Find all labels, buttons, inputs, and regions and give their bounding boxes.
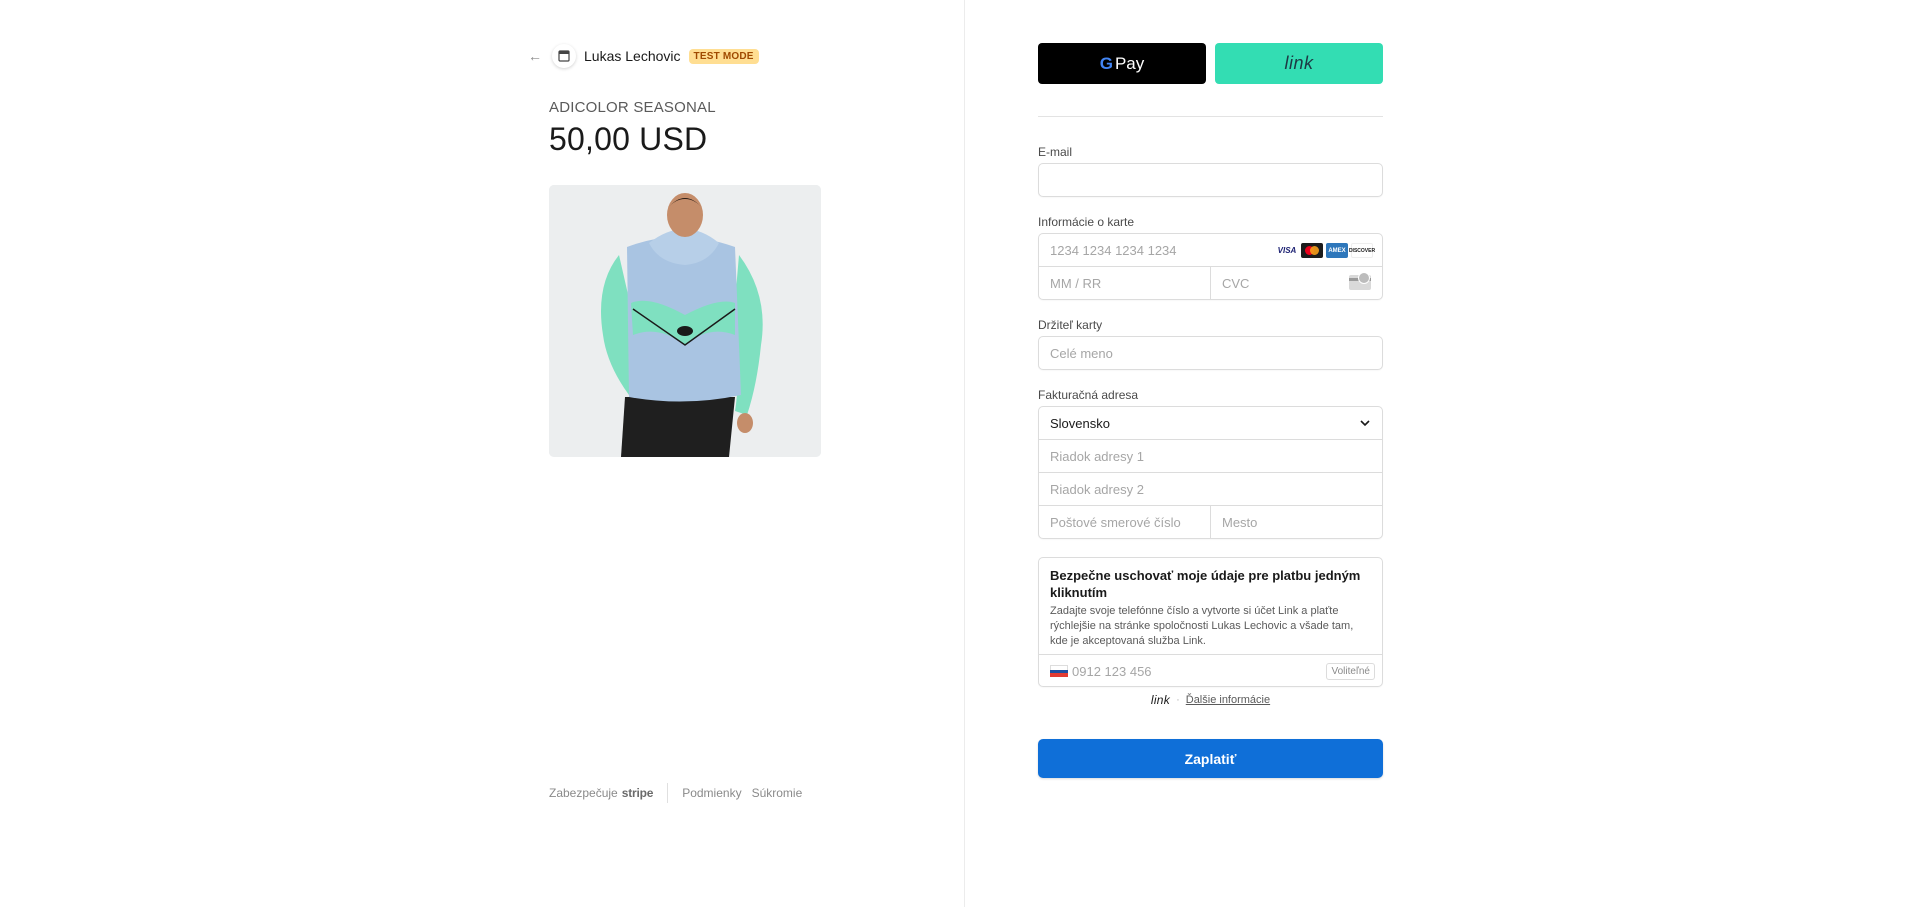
discover-icon: DISCOVER <box>1349 243 1375 258</box>
hoodie-model-illustration <box>549 185 821 457</box>
expiry-cell <box>1039 267 1210 299</box>
merchant-header: ← Lukas Lechovic TEST MODE <box>528 44 759 68</box>
card-info-label: Informácie o karte <box>1038 215 1135 229</box>
product-image <box>549 185 821 457</box>
footer-links: Zabezpečuje stripe Podmienky Súkromie <box>549 783 812 803</box>
link-save-info: Bezpečne uschovať moje údaje pre platbu … <box>1039 558 1382 654</box>
postal-code-input[interactable] <box>1039 506 1210 538</box>
card-brands: VISA AMEX DISCOVER <box>1276 243 1375 258</box>
link-logo: link <box>1150 693 1171 707</box>
cardholder-label: Držiteľ karty <box>1038 318 1103 332</box>
country-row: Slovensko <box>1039 407 1382 440</box>
separator-dot: · <box>1176 694 1180 706</box>
test-mode-badge: TEST MODE <box>688 48 759 64</box>
link-pay-label: link <box>1284 53 1314 73</box>
expiry-input[interactable] <box>1039 267 1210 299</box>
city-cell <box>1210 506 1382 538</box>
summary-panel: ← Lukas Lechovic TEST MODE ADICOLOR SEAS… <box>0 0 964 907</box>
card-number-row: VISA AMEX DISCOVER <box>1039 234 1382 267</box>
card-info-group: VISA AMEX DISCOVER <box>1038 233 1383 300</box>
express-checkout: G Pay link <box>1038 43 1383 84</box>
country-select[interactable]: Slovensko <box>1039 407 1382 439</box>
google-g-icon: G <box>1099 53 1113 73</box>
more-info-link[interactable]: Ďalšie informácie <box>1186 694 1270 706</box>
cardholder-field-box <box>1038 336 1383 370</box>
powered-by-stripe[interactable]: Zabezpečuje stripe <box>549 786 653 800</box>
email-label: E-mail <box>1038 145 1073 159</box>
store-icon <box>558 50 570 62</box>
link-info-row: link · Ďalšie informácie <box>1038 693 1383 707</box>
amex-icon: AMEX <box>1326 243 1348 258</box>
stripe-logo: stripe <box>621 786 654 800</box>
footer-divider <box>667 783 669 803</box>
google-pay-label: Pay <box>1114 53 1145 73</box>
address-line2-cell <box>1039 473 1382 505</box>
zip-cell <box>1039 506 1210 538</box>
address-line2-row <box>1039 473 1382 506</box>
visa-icon: VISA <box>1276 243 1298 258</box>
privacy-link[interactable]: Súkromie <box>752 786 803 800</box>
terms-link[interactable]: Podmienky <box>682 786 741 800</box>
address-line1-row <box>1039 440 1382 473</box>
billing-address-label: Fakturačná adresa <box>1038 388 1139 402</box>
address-line1-input[interactable] <box>1039 440 1382 472</box>
link-save-title: Bezpečne uschovať moje údaje pre platbu … <box>1050 568 1361 600</box>
email-field[interactable] <box>1039 164 1382 196</box>
link-save-card: Bezpečne uschovať moje údaje pre platbu … <box>1038 557 1383 687</box>
cvc-card-icon <box>1349 272 1371 290</box>
chevron-down-icon <box>1360 420 1370 427</box>
merchant-logo <box>552 44 576 68</box>
google-pay-button[interactable]: G Pay <box>1038 43 1206 84</box>
city-input[interactable] <box>1211 506 1382 538</box>
billing-address-group: Slovensko <box>1038 406 1383 539</box>
phone-number-input[interactable] <box>1072 663 1323 679</box>
card-expiry-cvc-row <box>1039 267 1382 299</box>
merchant-name[interactable]: Lukas Lechovic <box>584 48 681 64</box>
product-name: ADICOLOR SEASONAL <box>549 99 716 116</box>
phone-row: Voliteľné <box>1039 654 1382 686</box>
powered-by-label: Zabezpečuje <box>549 786 618 800</box>
cardholder-name-input[interactable] <box>1039 337 1382 369</box>
address-line2-input[interactable] <box>1039 473 1382 505</box>
link-pay-button[interactable]: link <box>1215 43 1383 84</box>
address-line1-cell <box>1039 440 1382 472</box>
country-value: Slovensko <box>1050 415 1110 431</box>
pay-button[interactable]: Zaplatiť <box>1038 739 1383 778</box>
back-arrow-icon[interactable]: ← <box>528 48 544 64</box>
product-price: 50,00 USD <box>549 121 708 157</box>
zip-city-row <box>1039 506 1382 538</box>
email-field-box <box>1038 163 1383 197</box>
section-divider <box>1038 116 1383 117</box>
link-save-description: Zadajte svoje telefónne číslo a vytvorte… <box>1050 605 1354 647</box>
slovakia-flag-icon[interactable] <box>1050 665 1068 678</box>
optional-badge: Voliteľné <box>1326 662 1375 680</box>
card-number-cell: VISA AMEX DISCOVER <box>1039 234 1382 266</box>
cvc-cell <box>1210 267 1382 299</box>
mastercard-icon <box>1301 243 1323 258</box>
